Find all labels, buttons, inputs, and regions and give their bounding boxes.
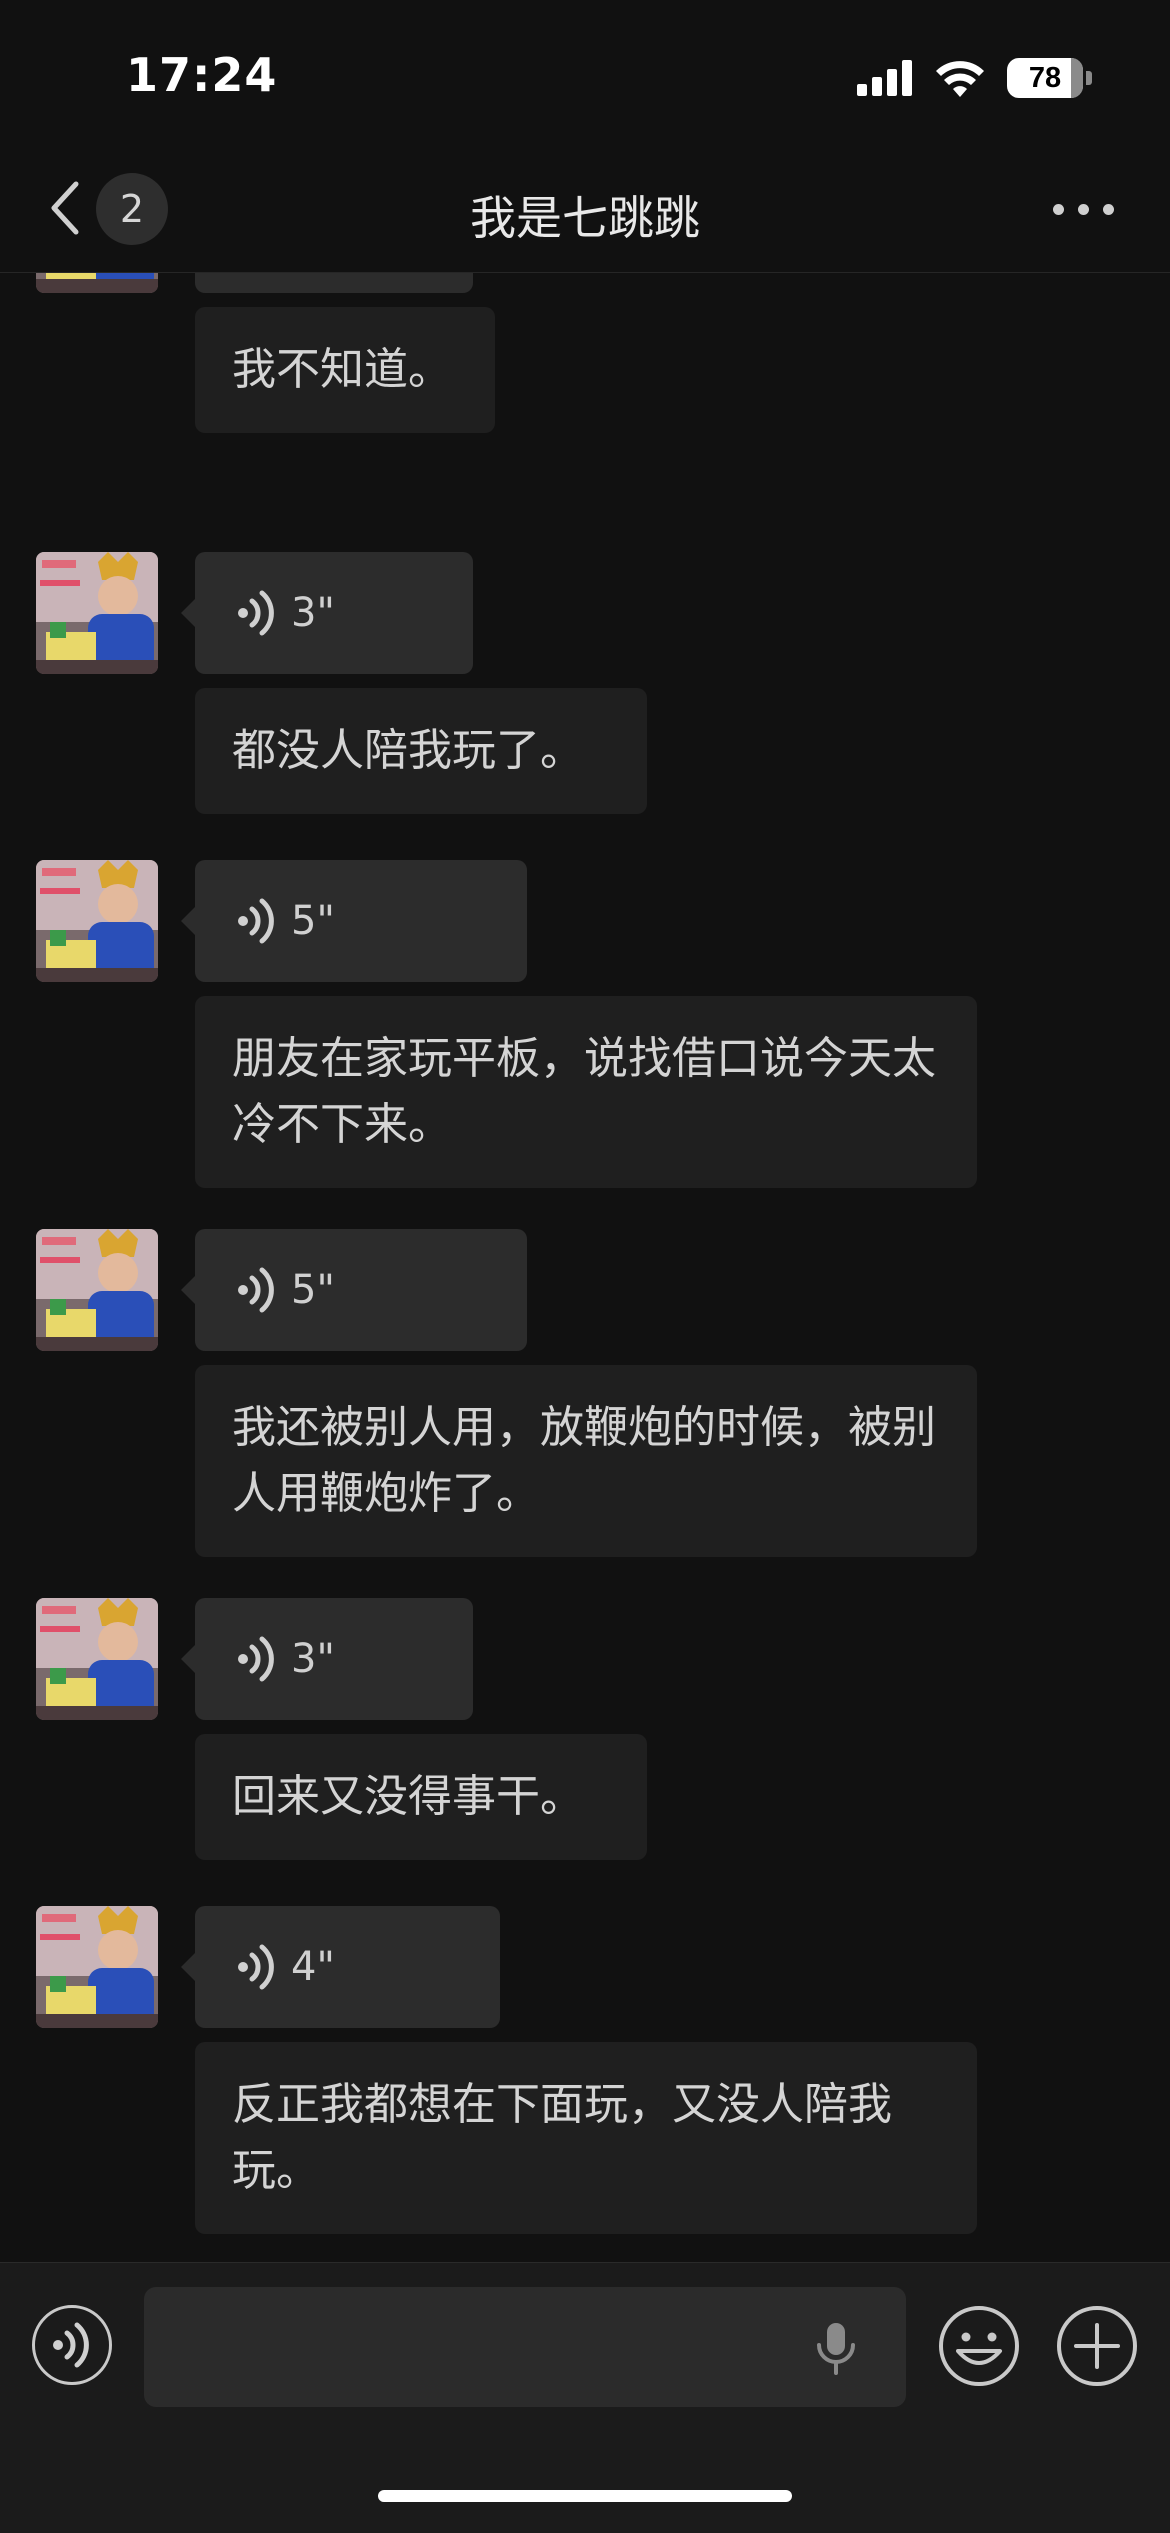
voice-message[interactable]: 4"	[195, 1906, 500, 2028]
voice-duration: 4"	[291, 1944, 335, 1990]
message-text[interactable]: 都没人陪我玩了。	[195, 688, 647, 814]
plus-icon[interactable]	[1056, 2305, 1138, 2387]
voice-mode-icon[interactable]	[32, 2305, 112, 2385]
message-text[interactable]: 回来又没得事干。	[195, 1734, 647, 1860]
voice-wave-icon	[238, 1944, 274, 1990]
battery-level: 78	[1028, 61, 1062, 94]
voice-duration: 3"	[291, 590, 335, 636]
signal-icon	[857, 60, 912, 96]
voice-wave-icon	[238, 898, 274, 944]
voice-message[interactable]: 3"	[195, 552, 473, 674]
chat-header: 2 我是七跳跳	[0, 150, 1170, 273]
ellipsis-icon[interactable]	[1053, 204, 1114, 215]
status-time: 17:24	[126, 48, 278, 102]
message-text[interactable]: 反正我都想在下面玩，又没人陪我玩。	[195, 2042, 977, 2234]
voice-duration: 5"	[291, 898, 335, 944]
voice-duration: 3"	[291, 1636, 335, 1682]
voice-message[interactable]: 3"	[195, 273, 473, 293]
voice-wave-icon	[238, 1636, 274, 1682]
message-text[interactable]: 朋友在家玩平板，说找借口说今天太冷不下来。	[195, 996, 977, 1188]
microphone-icon[interactable]	[814, 2321, 858, 2375]
status-bar: 17:24 78	[0, 0, 1170, 150]
chat-title: 我是七跳跳	[470, 191, 700, 245]
avatar[interactable]	[36, 273, 158, 293]
emoji-icon[interactable]	[938, 2305, 1020, 2387]
voice-duration: 5"	[291, 1267, 335, 1313]
message-text[interactable]: 我还被别人用，放鞭炮的时候，被别人用鞭炮炸了。	[195, 1365, 977, 1557]
message-list[interactable]: 3" 我不知道。 3	[0, 273, 1170, 2263]
message-text[interactable]: 我不知道。	[195, 307, 495, 433]
voice-message[interactable]: 5"	[195, 860, 527, 982]
voice-message[interactable]: 5"	[195, 1229, 527, 1351]
status-icons: 78	[857, 54, 1092, 102]
avatar[interactable]	[36, 1906, 158, 2028]
message-input[interactable]	[144, 2287, 906, 2407]
voice-message[interactable]: 3"	[195, 1598, 473, 1720]
voice-wave-icon	[238, 590, 274, 636]
avatar[interactable]	[36, 1598, 158, 1720]
avatar[interactable]	[36, 1229, 158, 1351]
wifi-icon	[936, 61, 984, 97]
avatar[interactable]	[36, 552, 158, 674]
voice-wave-icon	[238, 1267, 274, 1313]
battery-icon: 78	[1007, 58, 1092, 98]
avatar[interactable]	[36, 860, 158, 982]
home-indicator[interactable]	[378, 2490, 792, 2502]
